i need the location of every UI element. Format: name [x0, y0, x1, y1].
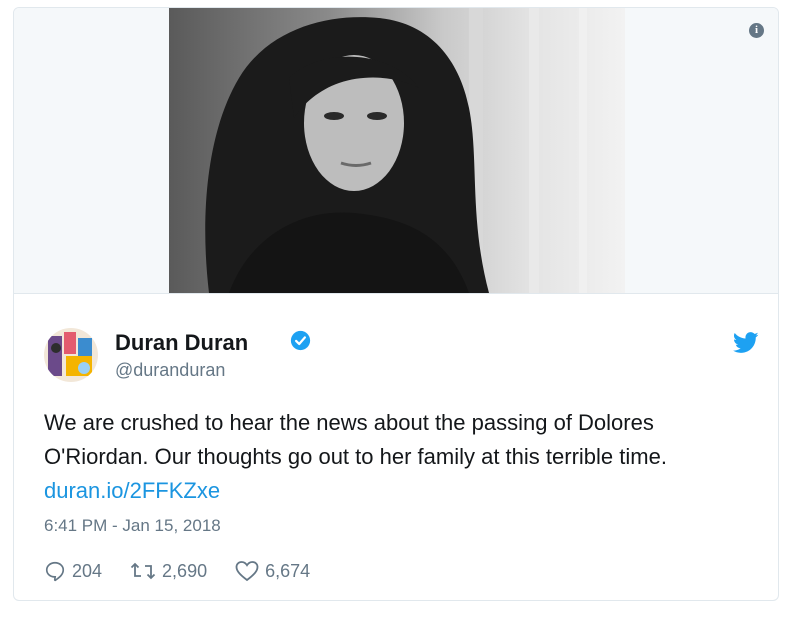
tweet-photo[interactable] [169, 8, 625, 293]
avatar-image [44, 328, 98, 382]
tweet-actions: 204 2,690 6,674 [44, 558, 338, 584]
retweet-button[interactable]: 2,690 [130, 560, 207, 582]
author-handle[interactable]: @duranduran [115, 360, 225, 381]
like-button[interactable]: 6,674 [235, 560, 310, 582]
reply-icon [45, 561, 65, 582]
reply-count: 204 [72, 560, 103, 581]
retweet-count: 2,690 [162, 560, 208, 581]
retweet-icon [130, 562, 156, 580]
tweet-text-line-2: O'Riordan. Our thoughts go out to her fa… [44, 444, 667, 469]
tweet-card[interactable]: i Duran Duran @duranduran We are crushed… [13, 7, 779, 601]
like-count: 6,674 [265, 560, 311, 581]
tweet-media[interactable]: i [14, 8, 778, 294]
photo-illustration [205, 8, 587, 293]
info-icon[interactable]: i [749, 23, 764, 38]
tweet-text: We are crushed to hear the news about th… [44, 406, 764, 508]
reply-button[interactable]: 204 [44, 560, 102, 582]
avatar[interactable] [44, 328, 98, 382]
verified-badge-icon [290, 330, 311, 351]
twitter-bird-icon[interactable] [733, 332, 759, 354]
tweet-text-line-1: We are crushed to hear the news about th… [44, 410, 654, 435]
tweet-timestamp[interactable]: 6:41 PM - Jan 15, 2018 [44, 516, 221, 536]
tweet-link[interactable]: duran.io/2FFKZxe [44, 474, 764, 508]
author-name[interactable]: Duran Duran [115, 330, 248, 356]
heart-icon [235, 561, 259, 582]
tweet-header: Duran Duran @duranduran [44, 326, 759, 386]
